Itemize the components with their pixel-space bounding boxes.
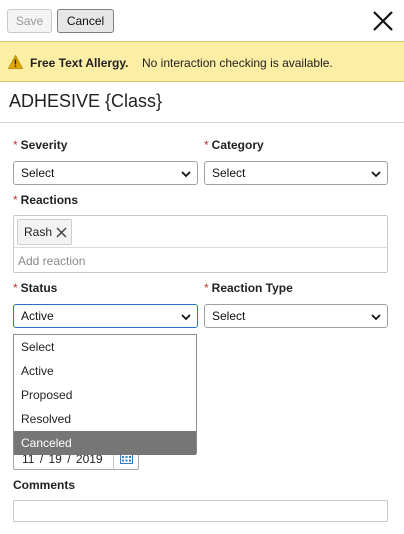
status-option-proposed[interactable]: Proposed [14, 383, 196, 407]
comments-label: Comments [13, 478, 76, 492]
chevron-down-icon [180, 311, 192, 323]
save-button[interactable]: Save [7, 9, 52, 33]
toolbar: Save Cancel [0, 0, 404, 40]
severity-select[interactable]: Select [13, 161, 198, 185]
banner-message: No interaction checking is available. [142, 56, 333, 70]
reaction-chip-label: Rash [24, 225, 53, 239]
reactions-label: * Reactions [13, 193, 78, 207]
severity-value: Select [21, 166, 55, 180]
divider [14, 247, 387, 248]
chevron-down-icon [180, 168, 192, 180]
status-option-select[interactable]: Select [14, 335, 196, 359]
category-label: * Category [204, 138, 264, 152]
comments-input[interactable] [13, 500, 388, 522]
banner-title: Free Text Allergy. [30, 56, 129, 70]
reaction-type-select[interactable]: Select [204, 304, 388, 328]
free-text-allergy-banner: Free Text Allergy. No interaction checki… [0, 41, 404, 82]
severity-label-text: Severity [20, 138, 68, 152]
reactions-label-text: Reactions [20, 193, 79, 207]
reaction-chip: Rash [17, 219, 72, 245]
severity-label: * Severity [13, 138, 67, 152]
required-marker: * [13, 281, 18, 295]
status-value: Active [21, 309, 54, 323]
category-select[interactable]: Select [204, 161, 388, 185]
cancel-button[interactable]: Cancel [57, 9, 114, 33]
category-value: Select [212, 166, 246, 180]
warning-icon [7, 54, 24, 69]
remove-chip-icon[interactable] [55, 226, 68, 239]
close-icon[interactable] [370, 8, 396, 34]
status-label-text: Status [20, 281, 58, 295]
page-title: ADHESIVE {Class} [9, 91, 163, 111]
divider [0, 122, 404, 123]
required-marker: * [204, 138, 209, 152]
required-marker: * [204, 281, 209, 295]
status-option-active[interactable]: Active [14, 359, 196, 383]
status-label: * Status [13, 281, 57, 295]
chevron-down-icon [370, 168, 382, 180]
category-label-text: Category [211, 138, 264, 152]
reactions-field: Rash Add reaction [13, 215, 388, 273]
required-marker: * [13, 193, 18, 207]
reaction-type-label: * Reaction Type [204, 281, 293, 295]
status-select[interactable]: Active [13, 304, 198, 328]
status-option-resolved[interactable]: Resolved [14, 407, 196, 431]
status-dropdown-list: Select Active Proposed Resolved Canceled [13, 334, 197, 455]
chevron-down-icon [370, 311, 382, 323]
status-option-canceled[interactable]: Canceled [14, 431, 196, 455]
add-reaction-input[interactable]: Add reaction [18, 254, 85, 268]
reaction-type-label-text: Reaction Type [211, 281, 293, 295]
reaction-type-value: Select [212, 309, 246, 323]
required-marker: * [13, 138, 18, 152]
